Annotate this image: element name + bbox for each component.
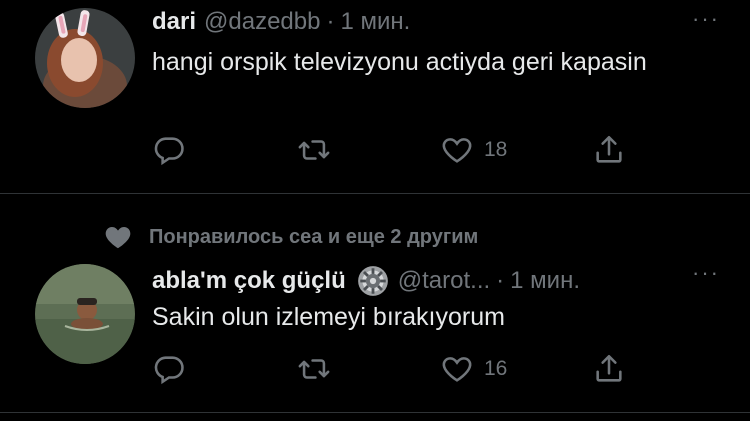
tweet-actions: 18	[152, 130, 632, 170]
tweet-actions: 16	[152, 349, 632, 389]
tweet-text: hangi orspik televizyonu actiyda geri ka…	[152, 48, 647, 76]
heart-filled-icon	[105, 227, 131, 249]
retweet-icon	[298, 140, 330, 160]
retweet-button[interactable]	[297, 133, 331, 167]
reply-icon	[154, 356, 184, 385]
author-handle[interactable]: @dazedbb	[204, 8, 320, 36]
reply-button[interactable]	[152, 133, 186, 167]
avatar-image	[35, 8, 135, 108]
share-button[interactable]	[592, 352, 626, 386]
heart-icon	[442, 357, 472, 382]
author-handle[interactable]: @tarot...	[398, 267, 490, 295]
heart-icon	[442, 138, 472, 163]
social-context-text: Понравилось сеа и еще 2 другим	[149, 225, 479, 248]
author-name[interactable]: abla'm çok güçlü	[152, 267, 346, 295]
tweet[interactable]: Понравилось сеа и еще 2 другим abla'm ço…	[0, 194, 750, 413]
tweet-text: Sakin olun izlemeyi bırakıyorum	[152, 303, 505, 331]
avatar[interactable]	[35, 264, 135, 364]
tweet[interactable]: dari @dazedbb · 1 мин. ··· hangi orspik …	[0, 0, 750, 194]
like-count: 18	[484, 138, 508, 161]
timestamp[interactable]: 1 мин.	[510, 267, 580, 295]
avatar[interactable]	[35, 8, 135, 108]
retweet-button[interactable]	[297, 352, 331, 386]
like-count: 16	[484, 357, 508, 380]
like-button[interactable]: 18	[440, 133, 507, 167]
share-icon	[596, 354, 622, 382]
separator-dot: ·	[496, 267, 505, 294]
reply-button[interactable]	[152, 352, 186, 386]
author-name[interactable]: dari	[152, 8, 196, 36]
gear-badge-icon	[357, 266, 388, 296]
share-button[interactable]	[592, 133, 626, 167]
more-options-button[interactable]: ···	[692, 6, 720, 32]
reply-icon	[154, 137, 184, 166]
timestamp[interactable]: 1 мин.	[340, 8, 410, 36]
social-context[interactable]: Понравилось сеа и еще 2 другим	[103, 222, 478, 252]
share-icon	[596, 135, 622, 163]
avatar-image	[35, 264, 135, 364]
retweet-icon	[298, 359, 330, 379]
separator-dot: ·	[326, 8, 335, 35]
like-button[interactable]: 16	[440, 352, 507, 386]
more-options-button[interactable]: ···	[692, 260, 720, 286]
